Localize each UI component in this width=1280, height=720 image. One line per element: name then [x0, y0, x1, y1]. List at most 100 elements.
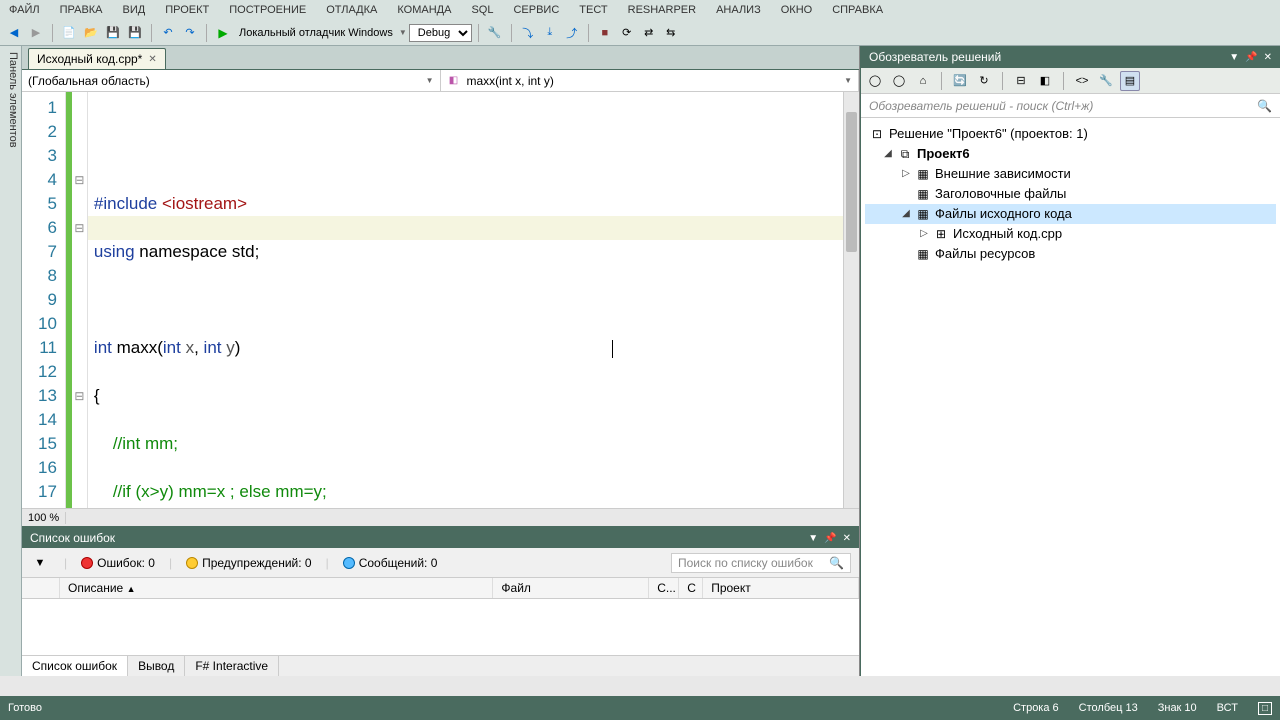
menu-analyze[interactable]: АНАЛИЗ: [713, 3, 764, 17]
tree-header-files[interactable]: ▦ Заголовочные файлы: [865, 184, 1276, 204]
scrollbar-thumb[interactable]: [846, 112, 857, 252]
step-over-icon[interactable]: ⤵: [518, 23, 538, 43]
menu-debug[interactable]: ОТЛАДКА: [323, 3, 380, 17]
vertical-scrollbar[interactable]: [843, 92, 859, 508]
tree-source-files[interactable]: ◢ ▦ Файлы исходного кода: [865, 204, 1276, 224]
col-file[interactable]: Файл: [493, 578, 649, 598]
menu-edit[interactable]: ПРАВКА: [57, 3, 106, 17]
open-icon[interactable]: 📂: [81, 23, 101, 43]
panel-pin-icon[interactable]: 📌: [824, 533, 836, 544]
errors-filter[interactable]: Ошибок: 0: [81, 556, 155, 570]
warnings-filter[interactable]: Предупреждений: 0: [186, 556, 312, 570]
forward-icon[interactable]: ◯: [889, 71, 909, 91]
menu-test[interactable]: ТЕСТ: [576, 3, 610, 17]
menu-tools[interactable]: СЕРВИС: [510, 3, 562, 17]
menu-file[interactable]: ФАЙЛ: [6, 3, 43, 17]
menu-resharper[interactable]: RESHARPER: [625, 3, 699, 17]
menu-project[interactable]: ПРОЕКТ: [162, 3, 212, 17]
start-debug-icon[interactable]: ▶: [213, 23, 233, 43]
menu-help[interactable]: СПРАВКА: [829, 3, 886, 17]
tree-resource-files[interactable]: ▦ Файлы ресурсов: [865, 244, 1276, 264]
close-icon[interactable]: ✕: [148, 54, 156, 65]
line-gutter: 123 456 789 101112 131415 1617: [22, 92, 66, 508]
menu-view[interactable]: ВИД: [120, 3, 149, 17]
status-insert: ВСТ: [1217, 702, 1238, 714]
tree-solution-root[interactable]: ⊡ Решение "Проект6" (проектов: 1): [865, 124, 1276, 144]
step-into-icon[interactable]: ⤓: [540, 23, 560, 43]
solution-toolbar: ◯ ◯ ⌂ 🔄 ↻ ⊟ ◧ <> 🔧 ▤: [861, 68, 1280, 94]
fold-column[interactable]: ⊟ ⊟ ⊟: [72, 92, 88, 508]
solution-search[interactable]: Обозреватель решений - поиск (Ctrl+ж)🔍: [861, 94, 1280, 118]
expand-icon[interactable]: ▷: [919, 224, 929, 244]
tree-source-file[interactable]: ▷ ⊞ Исходный код.cpp: [865, 224, 1276, 244]
undo-icon[interactable]: ↶: [158, 23, 178, 43]
tab-output[interactable]: Вывод: [128, 656, 185, 676]
menu-sql[interactable]: SQL: [468, 3, 496, 17]
toolbox-strip[interactable]: Панель элементов: [0, 46, 22, 676]
new-project-icon[interactable]: 📄: [59, 23, 79, 43]
tool-icon-1[interactable]: 🔧: [485, 23, 505, 43]
panel-pin-icon[interactable]: 📌: [1245, 52, 1257, 63]
redo-icon[interactable]: ↷: [180, 23, 200, 43]
step-out-icon[interactable]: ⤴: [562, 23, 582, 43]
properties-icon[interactable]: 🔧: [1096, 71, 1116, 91]
error-table-body: [22, 599, 859, 655]
error-search[interactable]: Поиск по списку ошибок🔍: [671, 553, 851, 573]
solution-title: Обозреватель решений: [869, 50, 1001, 64]
col-description[interactable]: Описание ▲: [60, 578, 493, 598]
code-editor[interactable]: #include <iostream> using namespace std;…: [88, 92, 843, 508]
tool-icon-2[interactable]: ⇄: [639, 23, 659, 43]
cpp-file-icon: ⊞: [933, 226, 949, 242]
preview-icon[interactable]: ▤: [1120, 71, 1140, 91]
debugger-label[interactable]: Локальный отладчик Windows: [235, 27, 397, 39]
tool-icon-3[interactable]: ⇆: [661, 23, 681, 43]
tab-fsharp[interactable]: F# Interactive: [185, 656, 279, 676]
function-icon: ◧: [447, 74, 461, 88]
restart-icon[interactable]: ⟳: [617, 23, 637, 43]
project-icon: ⧉: [897, 146, 913, 162]
expand-icon[interactable]: ▷: [901, 164, 911, 184]
filter-icon[interactable]: ▼: [30, 553, 50, 573]
panel-menu-icon[interactable]: ▼: [1229, 52, 1239, 63]
tab-error-list[interactable]: Список ошибок: [22, 656, 128, 676]
menu-team[interactable]: КОМАНДА: [394, 3, 454, 17]
expand-icon[interactable]: ◢: [901, 204, 911, 224]
zoom-level[interactable]: 100 %: [22, 512, 66, 524]
collapse-icon[interactable]: ⊟: [1011, 71, 1031, 91]
tree-project[interactable]: ◢ ⧉ Проект6: [865, 144, 1276, 164]
folder-icon: ▦: [915, 166, 931, 182]
scope-dropdown[interactable]: (Глобальная область)▼: [22, 70, 441, 91]
error-list-panel: Список ошибок ▼ 📌 ✕ ▼ | Ошибок: 0 | Пред…: [22, 526, 859, 676]
config-combo[interactable]: Debug: [409, 24, 472, 42]
menu-window[interactable]: ОКНО: [778, 3, 815, 17]
tree-external-deps[interactable]: ▷ ▦ Внешние зависимости: [865, 164, 1276, 184]
save-icon[interactable]: 💾: [103, 23, 123, 43]
col-c2[interactable]: С: [679, 578, 703, 598]
panel-close-icon[interactable]: ✕: [1264, 52, 1272, 63]
stop-icon[interactable]: ■: [595, 23, 615, 43]
status-notify-icon[interactable]: □: [1258, 702, 1272, 715]
refresh-icon[interactable]: ↻: [974, 71, 994, 91]
member-dropdown[interactable]: ◧ maxx(int x, int y)▼: [441, 70, 860, 91]
col-project[interactable]: Проект: [703, 578, 859, 598]
tab-source-file[interactable]: Исходный код.cpp* ✕: [28, 48, 166, 69]
messages-filter[interactable]: Сообщений: 0: [343, 556, 438, 570]
status-col: Столбец 13: [1079, 702, 1138, 714]
home-icon[interactable]: ⌂: [913, 71, 933, 91]
panel-menu-icon[interactable]: ▼: [808, 533, 818, 544]
show-all-icon[interactable]: ◧: [1035, 71, 1055, 91]
code-icon[interactable]: <>: [1072, 71, 1092, 91]
nav-fwd-icon[interactable]: ▶: [26, 23, 46, 43]
panel-close-icon[interactable]: ✕: [843, 533, 851, 544]
menu-build[interactable]: ПОСТРОЕНИЕ: [226, 3, 309, 17]
status-bar: Готово Строка 6 Столбец 13 Знак 10 ВСТ □: [0, 696, 1280, 720]
document-tabs: Исходный код.cpp* ✕: [22, 46, 859, 70]
expand-icon[interactable]: ◢: [883, 144, 893, 164]
sync-icon[interactable]: 🔄: [950, 71, 970, 91]
nav-back-icon[interactable]: ◀: [4, 23, 24, 43]
error-panel-title: Список ошибок: [30, 531, 115, 545]
save-all-icon[interactable]: 💾: [125, 23, 145, 43]
tab-label: Исходный код.cpp*: [37, 52, 142, 66]
col-c1[interactable]: С...: [649, 578, 679, 598]
back-icon[interactable]: ◯: [865, 71, 885, 91]
